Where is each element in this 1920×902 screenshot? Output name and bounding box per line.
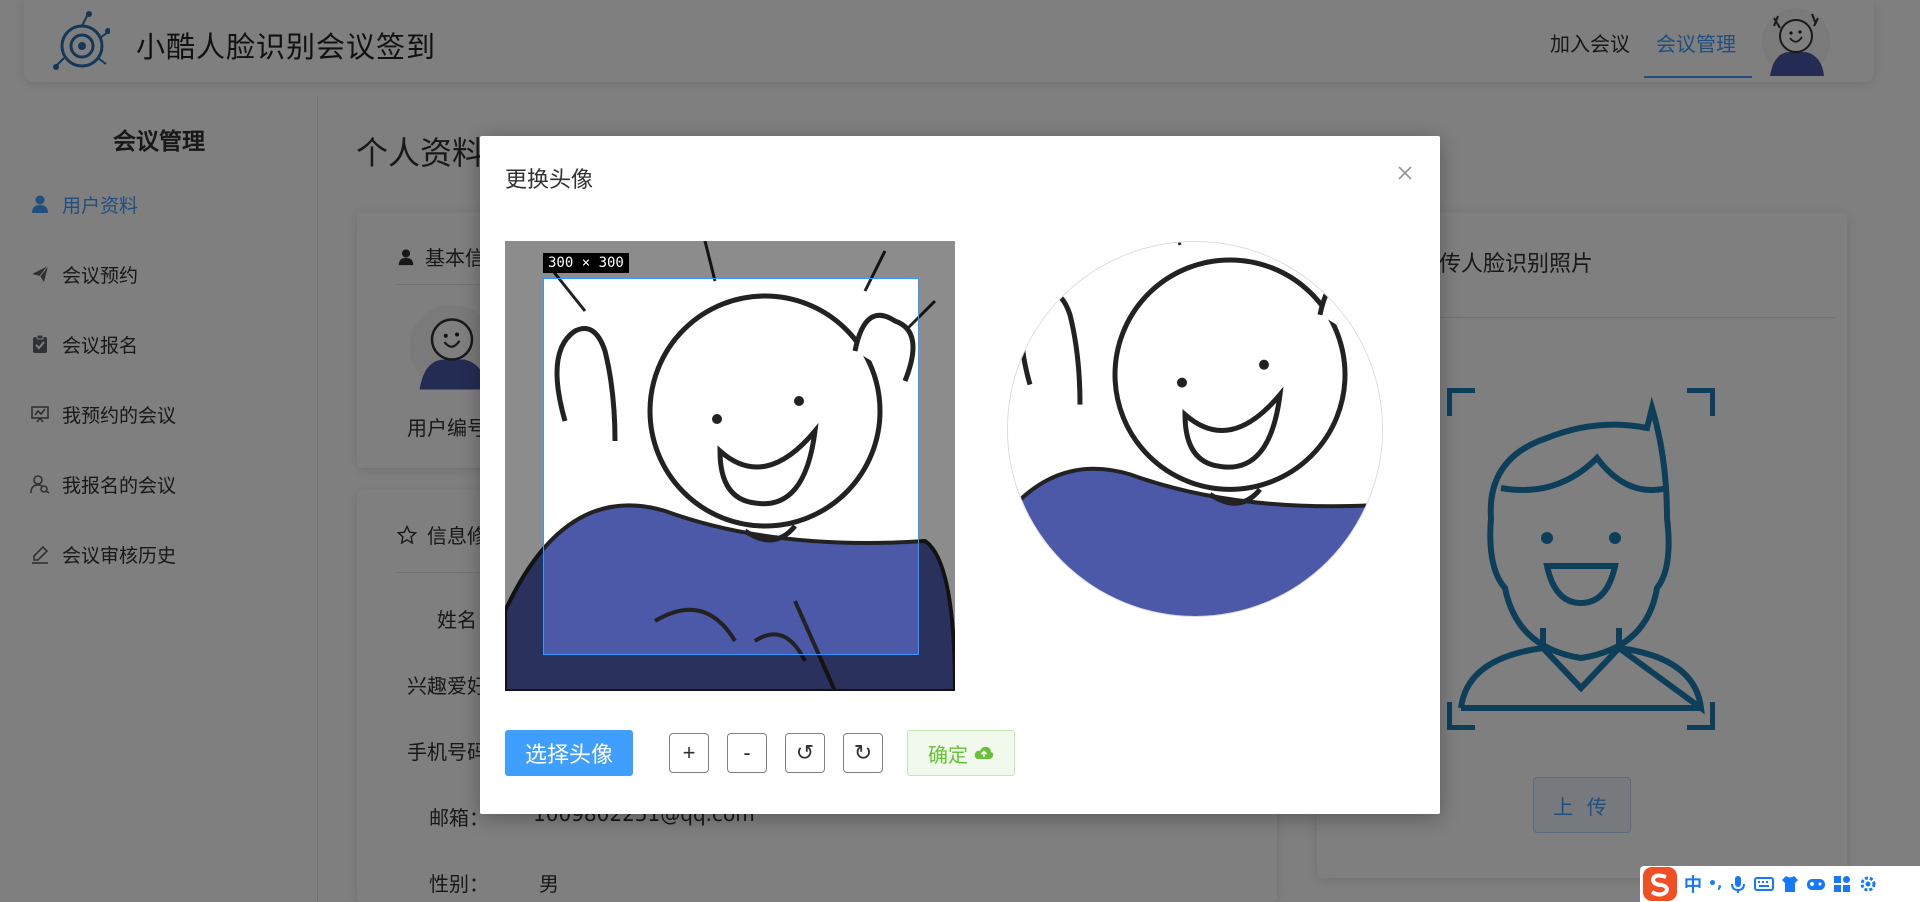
ime-toolbar: 中 •,	[1640, 866, 1920, 902]
sogou-ime-icon[interactable]	[1642, 866, 1678, 902]
microphone-icon[interactable]	[1728, 874, 1748, 894]
keyboard-icon[interactable]	[1754, 874, 1775, 894]
image-cropper[interactable]: 300 × 300	[505, 241, 955, 691]
crop-size-label: 300 × 300	[543, 253, 629, 273]
zoom-in-button[interactable]: +	[669, 733, 709, 773]
confirm-label: 确定	[928, 744, 968, 767]
close-icon[interactable]	[1392, 160, 1418, 186]
avatar-preview-image	[1008, 242, 1382, 616]
settings-gear-icon[interactable]	[1858, 874, 1878, 894]
toolbox-grid-icon[interactable]	[1832, 874, 1852, 894]
dialog-title: 更换头像	[505, 168, 594, 193]
cloud-upload-icon	[974, 746, 994, 759]
dialog-actions: 选择头像 + - ↺ ↻ 确定	[505, 730, 1015, 776]
choose-avatar-button[interactable]: 选择头像	[505, 730, 633, 776]
crop-selection-box[interactable]	[543, 278, 919, 655]
rotate-left-button[interactable]: ↺	[785, 733, 825, 773]
ime-punct-toggle[interactable]: •,	[1708, 876, 1722, 892]
rotate-right-button[interactable]: ↻	[843, 733, 883, 773]
confirm-upload-button[interactable]: 确定	[907, 730, 1015, 776]
gamepad-icon[interactable]	[1806, 874, 1826, 894]
avatar-preview-circle	[1007, 241, 1383, 617]
zoom-out-button[interactable]: -	[727, 733, 767, 773]
ime-language-toggle[interactable]: 中	[1684, 871, 1702, 897]
change-avatar-dialog: 更换头像 300 × 300 选择头像 + - ↺ ↻ 确定	[480, 136, 1440, 814]
skin-shirt-icon[interactable]	[1780, 874, 1800, 894]
